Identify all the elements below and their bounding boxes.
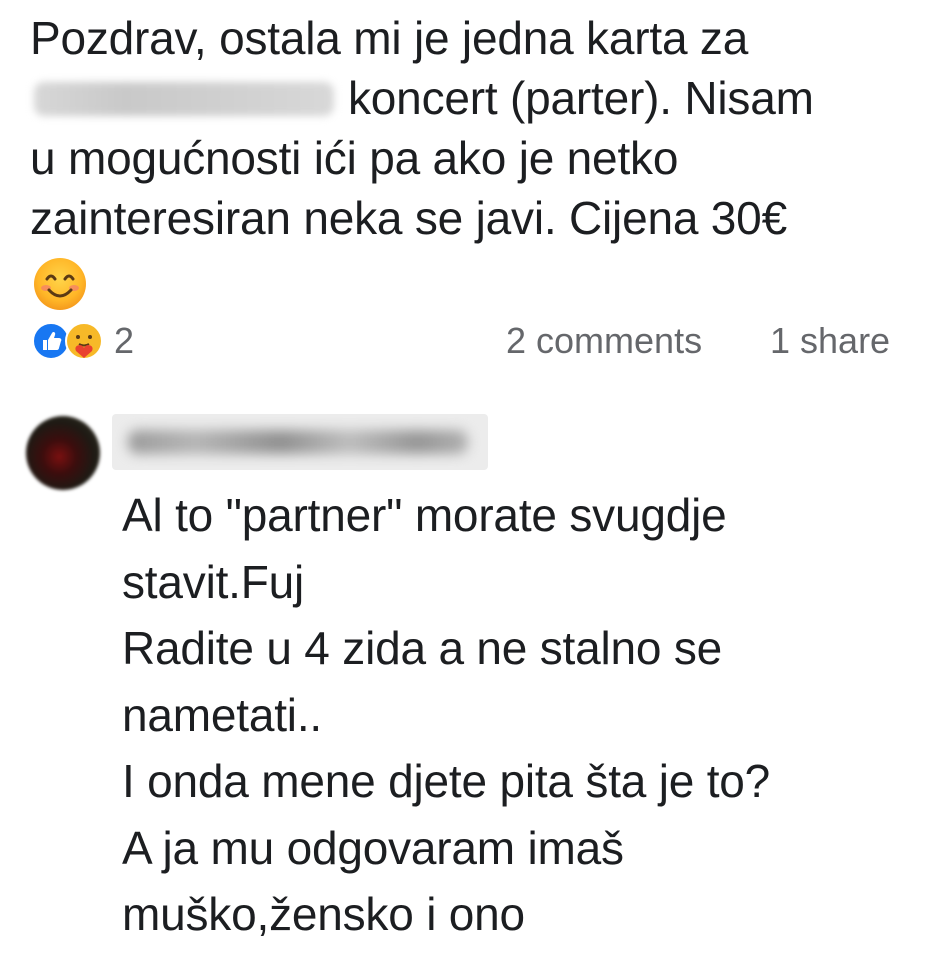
comment-line-7: muško,žensko i ono [122,888,525,940]
comments-count-link[interactable]: 2 comments [506,320,702,362]
engagement-bar: 2 2 comments 1 share [30,316,910,362]
comment-line-1: Al to "partner" morate svugdje [122,489,727,541]
post-text: Pozdrav, ostala mi je jedna karta za kon… [30,8,910,248]
reaction-count[interactable]: 2 [114,320,134,362]
smiling-face-icon [32,256,88,312]
comment-line-4: nametati.. [122,688,322,741]
redacted-name-blur [128,430,468,454]
comment-line-3: Radite u 4 zida a ne stalno se [122,622,723,674]
comment-text: Al to "partner" morate svugdje stavit.Fu… [122,482,922,948]
reactions-button[interactable] [32,321,116,361]
commenter-name-redacted[interactable] [112,414,488,470]
post-line-3: u mogućnosti ići pa ako je netko [30,132,679,184]
post-line-1: Pozdrav, ostala mi je jedna karta za [30,12,749,64]
comment-line-2: stavit.Fuj [122,555,305,608]
comment-line-6: A ja mu odgovaram imaš [122,821,624,874]
post-line-4: zainteresiran neka se javi. Cijena 30€ [30,192,787,244]
redacted-artist-name [34,82,334,116]
like-icon [32,322,70,360]
post-line-2: koncert (parter). Nisam [30,68,910,128]
shares-count-link[interactable]: 1 share [770,320,890,362]
care-icon [65,322,103,360]
commenter-avatar[interactable] [26,416,100,490]
comment-line-5: I onda mene djete pita šta je to? [122,755,771,807]
